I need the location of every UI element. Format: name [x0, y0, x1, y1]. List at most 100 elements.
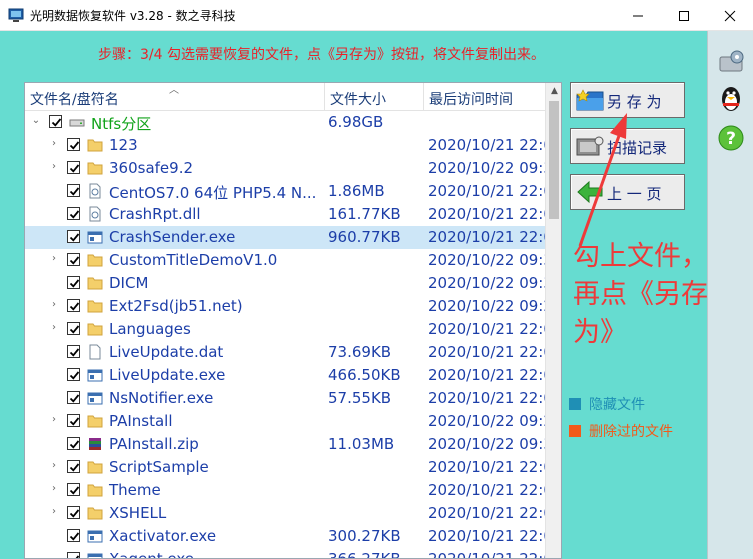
table-row[interactable]: CrashRpt.dll 161.77KB 2020/10/21 22:0 — [25, 203, 545, 226]
maximize-button[interactable] — [661, 0, 707, 31]
row-checkbox[interactable] — [67, 552, 80, 558]
scroll-up-icon[interactable]: ▲ — [546, 83, 561, 100]
file-time: 2020/10/22 09:3 — [428, 435, 545, 453]
row-checkbox[interactable] — [67, 529, 80, 542]
table-row[interactable]: › Ext2Fsd(jb51.net) 2020/10/22 09:2 — [25, 295, 545, 318]
expand-icon[interactable]: › — [49, 322, 59, 333]
file-name: 360safe9.2 — [109, 159, 194, 177]
row-checkbox[interactable] — [67, 138, 80, 151]
table-row[interactable]: › Theme 2020/10/21 22:0 — [25, 479, 545, 502]
file-size: 11.03MB — [328, 435, 395, 453]
table-row[interactable]: › XSHELL 2020/10/21 22:0 — [25, 502, 545, 525]
row-checkbox[interactable] — [49, 115, 62, 128]
file-time: 2020/10/21 22:0 — [428, 481, 545, 499]
row-checkbox[interactable] — [67, 391, 80, 404]
table-row[interactable]: CrashSender.exe 960.77KB 2020/10/21 22:0 — [25, 226, 545, 249]
column-divider[interactable] — [423, 83, 424, 111]
window-title: 光明数据恢复软件 v3.28 - 数之寻科技 — [30, 9, 236, 23]
table-row[interactable]: ⌄ Ntfs分区 6.98GB — [25, 111, 545, 134]
file-name: Ext2Fsd(jb51.net) — [109, 297, 243, 315]
file-size: 57.55KB — [328, 389, 392, 407]
row-checkbox[interactable] — [67, 276, 80, 289]
expand-icon[interactable]: › — [49, 460, 59, 471]
exe-icon — [87, 367, 103, 383]
row-checkbox[interactable] — [67, 230, 80, 243]
folder-icon — [87, 298, 103, 314]
folder-icon — [87, 160, 103, 176]
row-checkbox[interactable] — [67, 322, 80, 335]
file-name: CustomTitleDemoV1.0 — [109, 251, 278, 269]
exe-icon — [87, 551, 103, 558]
save-as-icon — [576, 89, 604, 111]
archive-icon — [87, 436, 103, 452]
row-checkbox[interactable] — [67, 345, 80, 358]
row-checkbox[interactable] — [67, 437, 80, 450]
qq-penguin-icon[interactable] — [716, 83, 746, 113]
legend-deleted-label: 删除过的文件 — [589, 424, 673, 440]
table-row[interactable]: DICM 2020/10/22 09:3 — [25, 272, 545, 295]
folder-icon — [87, 252, 103, 268]
row-checkbox[interactable] — [67, 184, 80, 197]
file-settings-icon — [87, 206, 103, 222]
column-time-header[interactable]: 最后访问时间 — [429, 89, 513, 109]
file-name: CrashRpt.dll — [109, 205, 201, 223]
expand-icon[interactable]: › — [49, 138, 59, 149]
column-divider[interactable] — [324, 83, 325, 111]
row-checkbox[interactable] — [67, 207, 80, 220]
table-row[interactable]: Xactivator.exe 300.27KB 2020/10/21 22:0 — [25, 525, 545, 548]
close-icon — [724, 10, 736, 21]
file-size: 366.27KB — [328, 550, 401, 559]
row-checkbox[interactable] — [67, 506, 80, 519]
row-checkbox[interactable] — [67, 414, 80, 427]
table-row[interactable]: Xagent.exe 366.27KB 2020/10/21 22:0 — [25, 548, 545, 559]
file-name: Ntfs分区 — [91, 115, 152, 133]
scrollbar-thumb[interactable] — [549, 101, 559, 219]
table-row[interactable]: › 123 2020/10/21 22:0 — [25, 134, 545, 157]
row-checkbox[interactable] — [67, 161, 80, 174]
table-row[interactable]: PAInstall.zip 11.03MB 2020/10/22 09:3 — [25, 433, 545, 456]
row-checkbox[interactable] — [67, 299, 80, 312]
column-name-header[interactable]: 文件名/盘符名 — [30, 89, 119, 109]
table-row[interactable]: NsNotifier.exe 57.55KB 2020/10/21 22:0 — [25, 387, 545, 410]
column-header: 文件名/盘符名 ︿ 文件大小 最后访问时间 — [25, 83, 545, 111]
expand-icon[interactable]: › — [49, 161, 59, 172]
table-row[interactable]: LiveUpdate.exe 466.50KB 2020/10/21 22:0 — [25, 364, 545, 387]
expand-icon[interactable]: › — [49, 299, 59, 310]
row-checkbox[interactable] — [67, 253, 80, 266]
file-time: 2020/10/21 22:0 — [428, 458, 545, 476]
file-name: PAInstall — [109, 412, 173, 430]
save-as-label: 另 存 为 — [607, 93, 662, 111]
expand-icon[interactable]: › — [49, 483, 59, 494]
expand-icon[interactable]: › — [49, 506, 59, 517]
table-row[interactable]: › CustomTitleDemoV1.0 2020/10/22 09:3 — [25, 249, 545, 272]
legend-hidden-files: 隐藏文件 — [569, 394, 645, 414]
file-time: 2020/10/21 22:0 — [428, 389, 545, 407]
table-row[interactable]: LiveUpdate.dat 73.69KB 2020/10/21 22:0 — [25, 341, 545, 364]
folder-icon — [87, 482, 103, 498]
file-time: 2020/10/21 22:0 — [428, 320, 545, 338]
file-name: NsNotifier.exe — [109, 389, 214, 407]
file-icon — [87, 344, 103, 360]
annotation-text: 勾上文件，再点《另存为》 — [573, 241, 708, 348]
column-size-header[interactable]: 文件大小 — [330, 89, 386, 109]
collapse-icon[interactable]: ⌄ — [31, 115, 41, 126]
minimize-button[interactable] — [615, 0, 661, 31]
table-row[interactable]: CentOS7.0 64位 PHP5.4 N... 1.86MB 2020/10/2… — [25, 180, 545, 203]
row-checkbox[interactable] — [67, 368, 80, 381]
table-row[interactable]: › 360safe9.2 2020/10/22 09:3 — [25, 157, 545, 180]
annotation-arrow — [578, 113, 627, 247]
exe-icon — [87, 390, 103, 406]
expand-icon[interactable]: › — [49, 414, 59, 425]
close-button[interactable] — [707, 0, 753, 31]
file-time: 2020/10/22 09:3 — [428, 251, 545, 269]
table-row[interactable]: › Languages 2020/10/21 22:0 — [25, 318, 545, 341]
tools-icon[interactable] — [716, 47, 746, 77]
table-row[interactable]: › PAInstall 2020/10/22 09:2 — [25, 410, 545, 433]
exe-icon — [87, 229, 103, 245]
help-icon[interactable]: ? — [716, 123, 746, 153]
file-time: 2020/10/21 22:0 — [428, 205, 545, 223]
row-checkbox[interactable] — [67, 483, 80, 496]
row-checkbox[interactable] — [67, 460, 80, 473]
expand-icon[interactable]: › — [49, 253, 59, 264]
table-row[interactable]: › ScriptSample 2020/10/21 22:0 — [25, 456, 545, 479]
